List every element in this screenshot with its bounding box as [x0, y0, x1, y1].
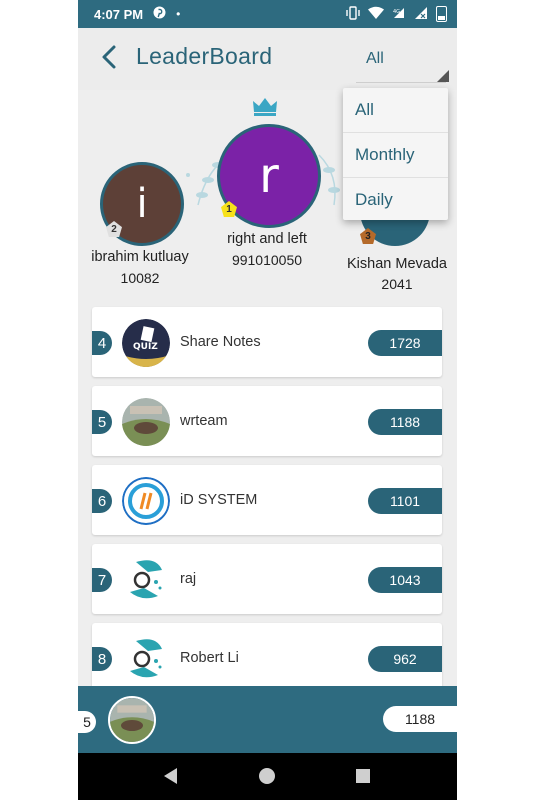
status-time: 4:07 PM [94, 6, 144, 22]
list-item[interactable]: 4 QUIZ Share Notes 1728 [92, 307, 442, 377]
user-avatar [122, 477, 170, 525]
pinterest-icon [153, 6, 166, 22]
user-name: Share Notes [180, 334, 261, 350]
rank-number: 5 [92, 410, 112, 434]
rank-number: 7 [92, 568, 112, 592]
user-name: wrteam [180, 413, 228, 429]
page-title: LeaderBoard [136, 43, 273, 69]
rank-number: 8 [92, 647, 112, 671]
quiz-logo-text: QUIZ [133, 342, 158, 352]
user-score: 1043 [368, 567, 442, 593]
third-place-score: 2041 [381, 276, 413, 292]
current-user-avatar[interactable] [108, 696, 156, 744]
volte-icon: 4G [392, 6, 406, 23]
first-place-score: 991010050 [231, 252, 303, 268]
battery-icon [436, 6, 447, 22]
user-score: 962 [368, 646, 442, 672]
rank-number: 6 [92, 489, 112, 513]
user-avatar [122, 635, 170, 683]
user-score: 1188 [368, 409, 442, 435]
wifi-icon [368, 6, 384, 22]
app-screen: 4:07 PM • 4G LeaderBoard All r 1 right a… [78, 0, 457, 800]
third-place-name: Kishan Mevada [347, 256, 447, 272]
svg-text:4G: 4G [393, 9, 400, 15]
system-nav-bar [78, 753, 457, 800]
list-item[interactable]: 6 iD SYSTEM 1101 [92, 465, 442, 535]
filter-option-all[interactable]: All [343, 88, 448, 133]
filter-selected-value: All [366, 50, 384, 67]
list-item[interactable]: 7 raj 1043 [92, 544, 442, 614]
user-avatar [122, 556, 170, 604]
user-name: iD SYSTEM [180, 492, 258, 508]
filter-option-monthly[interactable]: Monthly [343, 133, 448, 178]
nav-home-icon[interactable] [258, 767, 276, 785]
first-place-name: right and left [227, 231, 307, 247]
signal-icon [414, 6, 428, 23]
nav-recents-icon[interactable] [354, 767, 372, 785]
period-filter-dropdown[interactable]: All [354, 48, 452, 88]
user-name: Robert Li [180, 650, 239, 666]
status-bar: 4:07 PM • 4G [78, 0, 457, 28]
dropdown-arrow-icon [437, 70, 449, 82]
current-user-score: 1188 [383, 706, 457, 732]
rank-number: 4 [92, 331, 112, 355]
notification-dot-icon: • [176, 7, 181, 21]
list-item[interactable]: 5 wrteam 1188 [92, 386, 442, 456]
app-bar: LeaderBoard All [78, 28, 457, 90]
filter-underline [356, 82, 446, 83]
user-avatar: QUIZ [122, 319, 170, 367]
list-item[interactable]: 8 Robert Li 962 [92, 623, 442, 693]
vibrate-icon [346, 5, 360, 23]
period-filter-menu: All Monthly Daily [343, 88, 448, 220]
current-user-rank: 5 [78, 711, 96, 733]
user-avatar [122, 398, 170, 446]
crown-icon [253, 98, 277, 116]
current-user-bar: 5 1188 [78, 686, 457, 753]
back-button[interactable] [96, 42, 126, 72]
second-place-score: 10082 [120, 270, 160, 286]
second-place-name: ibrahim kutluay [91, 249, 189, 265]
nav-back-icon[interactable] [162, 767, 180, 785]
user-name: raj [180, 571, 197, 587]
back-arrow-icon [102, 45, 116, 69]
user-score: 1101 [368, 488, 442, 514]
user-score: 1728 [368, 330, 442, 356]
filter-option-daily[interactable]: Daily [343, 178, 448, 222]
